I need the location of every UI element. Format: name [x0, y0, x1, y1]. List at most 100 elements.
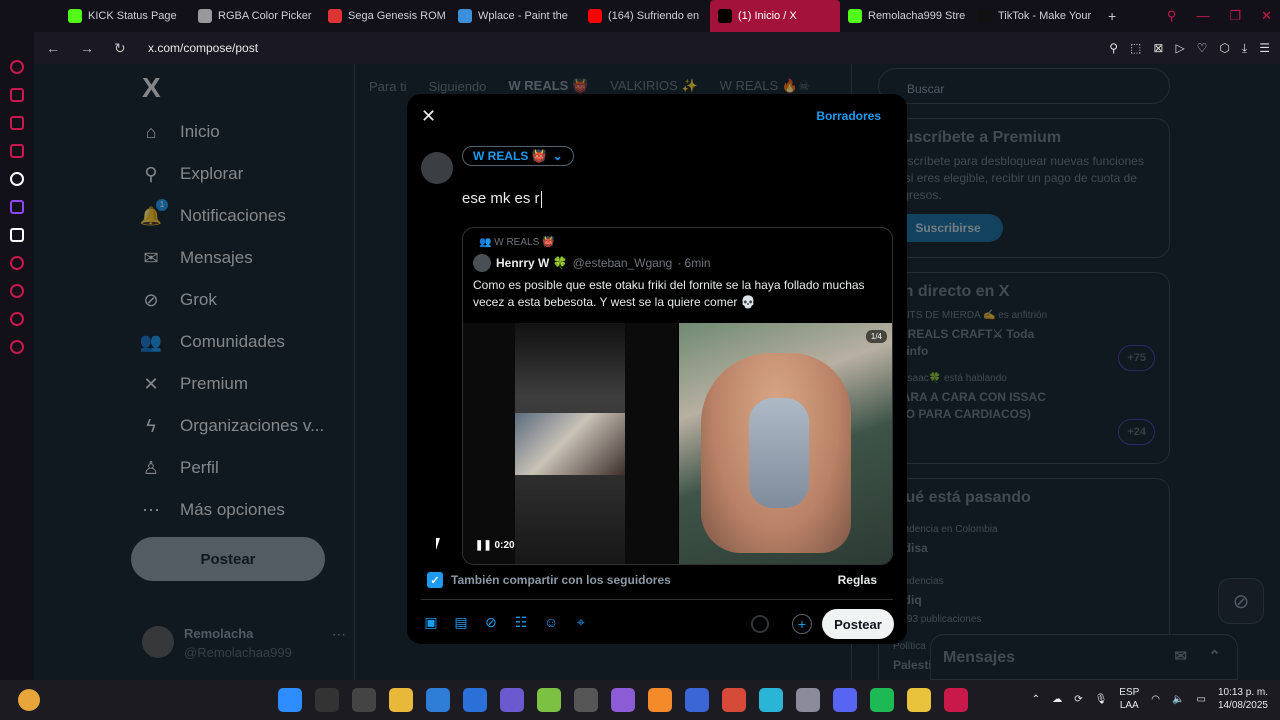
audience-selector[interactable]: W REALS 👹 ⌄ — [462, 146, 574, 166]
x-sidebar-icon[interactable] — [10, 228, 24, 242]
wifi-icon[interactable]: ◠ — [1151, 694, 1160, 705]
twitch-icon[interactable] — [10, 200, 24, 214]
compose-toolbar: ▣ ▤ ⊘ ☷ ☺ ⌖ — [423, 614, 589, 631]
download-icon[interactable]: ⤓ — [1242, 41, 1247, 56]
chevron-up-icon[interactable]: ⌃ — [1032, 694, 1040, 705]
browser-tab[interactable]: (164) Sufriendo en — [580, 0, 710, 32]
checkbox-checked-icon[interactable]: ✓ — [427, 572, 443, 588]
browser-tab[interactable]: (1) Inicio / X — [710, 0, 840, 32]
game-icon[interactable] — [500, 688, 524, 712]
opera-gx-icon[interactable] — [944, 688, 968, 712]
browser-tab[interactable]: Sega Genesis ROM — [320, 0, 450, 32]
extensions-icon[interactable]: ⬡ — [1219, 41, 1229, 56]
browser-tab[interactable]: TikTok - Make Your — [970, 0, 1100, 32]
close-icon[interactable]: ✕ — [421, 106, 436, 127]
video-timer[interactable]: ❚❚ 0:20 — [475, 540, 515, 551]
settings-icon[interactable] — [10, 340, 24, 354]
forward-icon[interactable]: → — [80, 40, 102, 56]
back-icon[interactable]: ← — [46, 40, 68, 56]
compose-textarea[interactable]: ese mk es r — [462, 190, 542, 208]
battery-icon[interactable]: ▭ — [1196, 694, 1205, 705]
file-explorer-icon[interactable] — [389, 688, 413, 712]
browser-tab[interactable]: Remolacha999 Stre — [840, 0, 970, 32]
reload-icon[interactable]: ↻ — [114, 40, 136, 57]
app-icon[interactable] — [611, 688, 635, 712]
store-icon[interactable] — [463, 688, 487, 712]
location-icon[interactable]: ⌖ — [573, 614, 589, 630]
app-icon[interactable] — [685, 688, 709, 712]
quote-time: · 6min — [677, 256, 711, 270]
compose-value: ese mk es r — [462, 190, 540, 207]
play-icon[interactable]: ▷ — [1175, 41, 1184, 56]
grok-icon[interactable]: ⊘ — [483, 614, 499, 630]
app-icon[interactable] — [907, 688, 931, 712]
extensions-sidebar-icon[interactable] — [10, 312, 24, 326]
app-icon[interactable] — [796, 688, 820, 712]
emoji-icon[interactable]: ☺ — [543, 614, 559, 630]
discord-icon[interactable] — [833, 688, 857, 712]
language-indicator[interactable]: ESP LAA — [1119, 686, 1139, 712]
sidebar-app-icon[interactable] — [10, 172, 24, 186]
browser-tab[interactable]: RGBA Color Picker — [190, 0, 320, 32]
clock-date: 14/08/2025 — [1217, 700, 1268, 711]
history-icon[interactable] — [10, 284, 24, 298]
text-caret — [540, 190, 542, 208]
menu-icon[interactable]: ☰ — [1259, 41, 1270, 56]
tab-favicon-icon — [718, 9, 732, 23]
adblock-icon[interactable]: ⊠ — [1153, 41, 1163, 56]
minimize-icon[interactable]: — — [1196, 8, 1209, 24]
sidebar-app-icon[interactable] — [10, 144, 24, 158]
sync-icon[interactable]: ⟳ — [1074, 694, 1082, 705]
sidebar-app-icon[interactable] — [10, 116, 24, 130]
cloud-icon[interactable]: ☁ — [1052, 694, 1062, 705]
gif-icon[interactable]: ▤ — [453, 614, 469, 630]
player-icon[interactable] — [10, 256, 24, 270]
rules-link[interactable]: Reglas — [838, 573, 877, 587]
tab-favicon-icon — [198, 9, 212, 23]
brave-icon[interactable] — [648, 688, 672, 712]
tab-favicon-icon — [328, 9, 342, 23]
edge-icon[interactable] — [426, 688, 450, 712]
share-with-followers[interactable]: ✓ También compartir con los seguidores — [427, 572, 671, 588]
lang-layout: LAA — [1119, 700, 1139, 711]
search-icon[interactable] — [315, 688, 339, 712]
url-field[interactable]: x.com/compose/post — [148, 41, 258, 55]
close-icon[interactable]: ✕ — [1261, 8, 1272, 24]
weather-icon[interactable] — [18, 689, 40, 711]
video-content — [515, 413, 625, 475]
image-icon[interactable]: ▣ — [423, 614, 439, 630]
chevron-down-icon: ⌄ — [552, 149, 563, 163]
volume-icon[interactable]: 🔈 — [1172, 694, 1184, 705]
heart-icon[interactable]: ♡ — [1197, 41, 1208, 56]
submit-post-button[interactable]: Postear — [822, 609, 894, 639]
tab-label: Wplace - Paint the — [478, 10, 568, 22]
new-tab-icon[interactable]: + — [1108, 8, 1116, 24]
media-counter: 1/4 — [865, 330, 887, 343]
drafts-button[interactable]: Borradores — [816, 109, 881, 123]
snapshot-icon[interactable]: ⬚ — [1130, 41, 1141, 56]
clock[interactable]: 10:13 p. m. 14/08/2025 — [1218, 686, 1268, 712]
browser-tab[interactable]: KICK Status Page — [60, 0, 190, 32]
app-icon[interactable] — [537, 688, 561, 712]
quoted-post[interactable]: 👥 W REALS 👹 Henrry W 🍀 @esteban_Wgang · … — [462, 227, 893, 565]
photo-media[interactable]: 1/4 — [679, 323, 892, 564]
sidebar-app-icon[interactable] — [10, 88, 24, 102]
app-icon[interactable] — [759, 688, 783, 712]
community-name: W REALS 👹 — [494, 237, 555, 248]
browser-tab[interactable]: Wplace - Paint the — [450, 0, 580, 32]
sidebar-app-icon[interactable] — [10, 60, 24, 74]
maximize-icon[interactable]: ❐ — [1229, 8, 1241, 24]
app-icon[interactable] — [722, 688, 746, 712]
tab-label: (164) Sufriendo en — [608, 10, 700, 22]
mic-icon[interactable]: 🎙 — [1095, 694, 1108, 705]
start-icon[interactable] — [278, 688, 302, 712]
spotify-icon[interactable] — [870, 688, 894, 712]
add-post-icon[interactable]: + — [792, 614, 812, 634]
pin-icon[interactable]: ⚲ — [1109, 41, 1118, 56]
task-view-icon[interactable] — [352, 688, 376, 712]
audience-label: W REALS 👹 — [473, 149, 547, 163]
search-icon[interactable]: ⚲ — [1167, 8, 1177, 24]
poll-icon[interactable]: ☷ — [513, 614, 529, 630]
video-media[interactable]: ❚❚ 0:20 — [463, 323, 678, 564]
chatgpt-icon[interactable] — [574, 688, 598, 712]
